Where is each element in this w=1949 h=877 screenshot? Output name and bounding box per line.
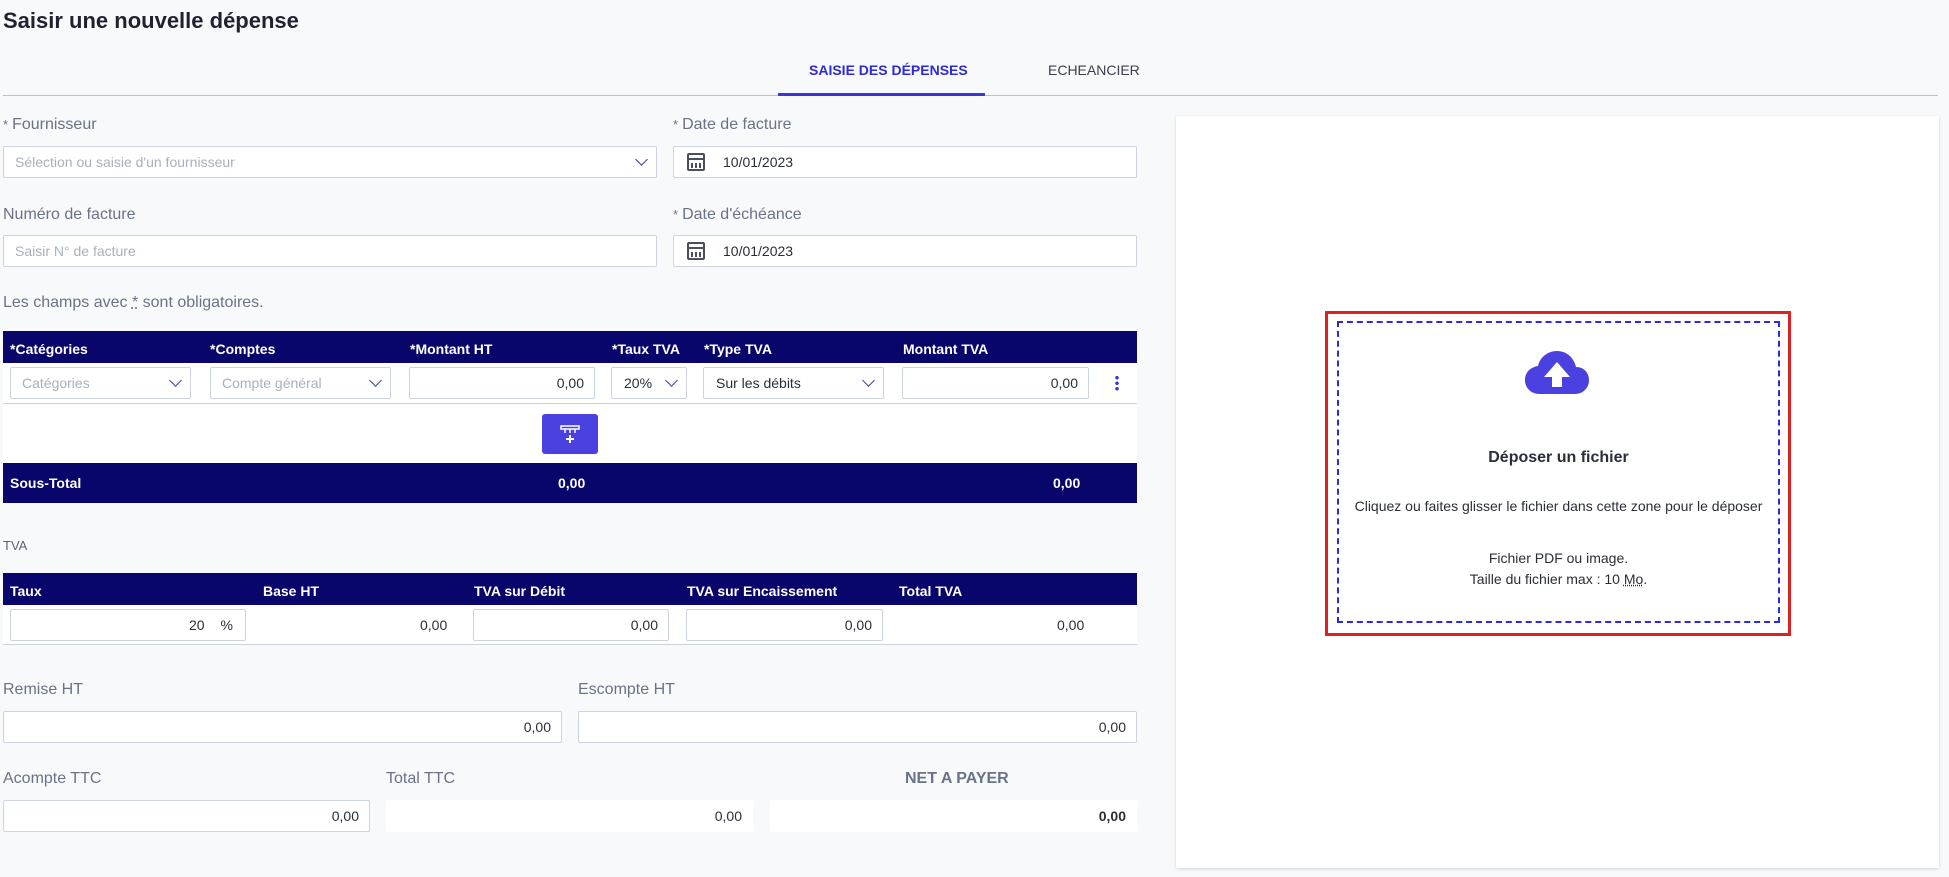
subtotal-row: Sous-Total 0,00 0,00 xyxy=(3,463,1137,503)
escompte-label: Escompte HT xyxy=(578,681,675,698)
remise-label: Remise HT xyxy=(3,681,84,698)
header-tva-debit: TVA sur Débit xyxy=(474,583,566,599)
vat-amount-input[interactable]: 0,00 xyxy=(902,367,1089,399)
vat-rate-select[interactable]: 20% xyxy=(611,367,687,399)
chevron-down-icon xyxy=(862,374,875,387)
header-taux-tva: *Taux TVA xyxy=(612,341,680,357)
invoice-date-value: 10/01/2023 xyxy=(723,154,794,170)
chevron-down-icon xyxy=(169,374,182,387)
header-comptes: *Comptes xyxy=(210,341,276,357)
required-marker: * xyxy=(3,117,9,132)
tab-echeancier[interactable]: ECHEANCIER xyxy=(1048,62,1140,78)
header-taux: Taux xyxy=(10,583,42,599)
vat-rate-input[interactable]: 20 % xyxy=(10,609,246,641)
net-a-payer-label: NET A PAYER xyxy=(905,770,1009,787)
chevron-down-icon xyxy=(665,374,678,387)
chevron-down-icon xyxy=(369,374,382,387)
header-montant-tva: Montant TVA xyxy=(903,341,989,357)
supplier-label: * Fournisseur xyxy=(3,116,97,133)
remise-input[interactable]: 0,00 xyxy=(3,711,562,743)
invoice-number-label: Numéro de facture xyxy=(3,206,136,223)
header-type-tva: *Type TVA xyxy=(704,341,772,357)
supplier-placeholder: Sélection ou saisie d'un fournisseur xyxy=(15,154,235,170)
cloud-upload-icon xyxy=(1525,351,1589,394)
invoice-number-placeholder: Saisir N° de facture xyxy=(15,243,136,259)
header-montant-ht: *Montant HT xyxy=(410,341,493,357)
required-fields-note: Les champs avec * sont obligatoires. xyxy=(3,294,264,311)
account-select[interactable]: Compte général xyxy=(210,367,391,399)
net-a-payer-value: 0,00 xyxy=(770,800,1137,832)
total-ttc-value: 0,00 xyxy=(386,800,753,832)
supplier-select[interactable]: Sélection ou saisie d'un fournisseur xyxy=(3,146,657,178)
header-categories: *Catégories xyxy=(10,341,88,357)
upload-hint: Cliquez ou faites glisser le fichier dan… xyxy=(1354,498,1763,514)
chevron-down-icon xyxy=(635,153,648,166)
percent-unit: % xyxy=(220,617,233,633)
header-total-tva: Total TVA xyxy=(899,583,963,599)
calendar-icon[interactable] xyxy=(687,153,705,171)
add-row-button[interactable] xyxy=(542,414,598,454)
acompte-label: Acompte TTC xyxy=(3,770,102,787)
add-row-icon xyxy=(560,425,580,443)
tab-saisie-depenses[interactable]: SAISIE DES DÉPENSES xyxy=(809,62,968,78)
due-date-label: * Date d'échéance xyxy=(673,206,802,223)
subtotal-tva: 0,00 xyxy=(1053,475,1081,491)
amount-ht-input[interactable]: 0,00 xyxy=(409,367,595,399)
page-title: Saisir une nouvelle dépense xyxy=(3,8,299,33)
invoice-date-field[interactable]: 10/01/2023 xyxy=(673,146,1137,178)
subtotal-ht: 0,00 xyxy=(558,475,586,491)
acompte-input[interactable]: 0,00 xyxy=(3,800,370,832)
calendar-icon[interactable] xyxy=(687,242,705,260)
category-select[interactable]: Catégories xyxy=(10,367,191,399)
header-tva-encaissement: TVA sur Encaissement xyxy=(687,583,838,599)
escompte-input[interactable]: 0,00 xyxy=(578,711,1137,743)
vat-total: 0,00 xyxy=(1057,617,1085,633)
more-options-icon[interactable] xyxy=(1115,375,1119,391)
invoice-number-input[interactable]: Saisir N° de facture xyxy=(3,235,657,267)
vat-encaissement-input[interactable]: 0,00 xyxy=(686,609,883,641)
header-base-ht: Base HT xyxy=(263,583,320,599)
due-date-value: 10/01/2023 xyxy=(723,243,794,259)
invoice-date-label: * Date de facture xyxy=(673,116,792,133)
upload-formats: Fichier PDF ou image. xyxy=(1488,550,1629,566)
vat-debit-input[interactable]: 0,00 xyxy=(473,609,669,641)
due-date-field[interactable]: 10/01/2023 xyxy=(673,235,1137,267)
subtotal-label: Sous-Total xyxy=(10,475,82,491)
vat-type-select[interactable]: Sur les débits xyxy=(703,367,884,399)
vat-section-title: TVA xyxy=(3,538,28,553)
upload-title: Déposer un fichier xyxy=(1488,449,1629,466)
vat-base-ht: 0,00 xyxy=(420,617,448,633)
active-tab-indicator xyxy=(778,93,985,96)
vat-table-header: Taux Base HT TVA sur Débit TVA sur Encai… xyxy=(3,573,1137,605)
total-ttc-label: Total TTC xyxy=(386,770,456,787)
upload-max-size: Taille du fichier max : 10 Mo. xyxy=(1469,571,1648,587)
lines-table-header: *Catégories *Comptes *Montant HT *Taux T… xyxy=(3,331,1137,363)
